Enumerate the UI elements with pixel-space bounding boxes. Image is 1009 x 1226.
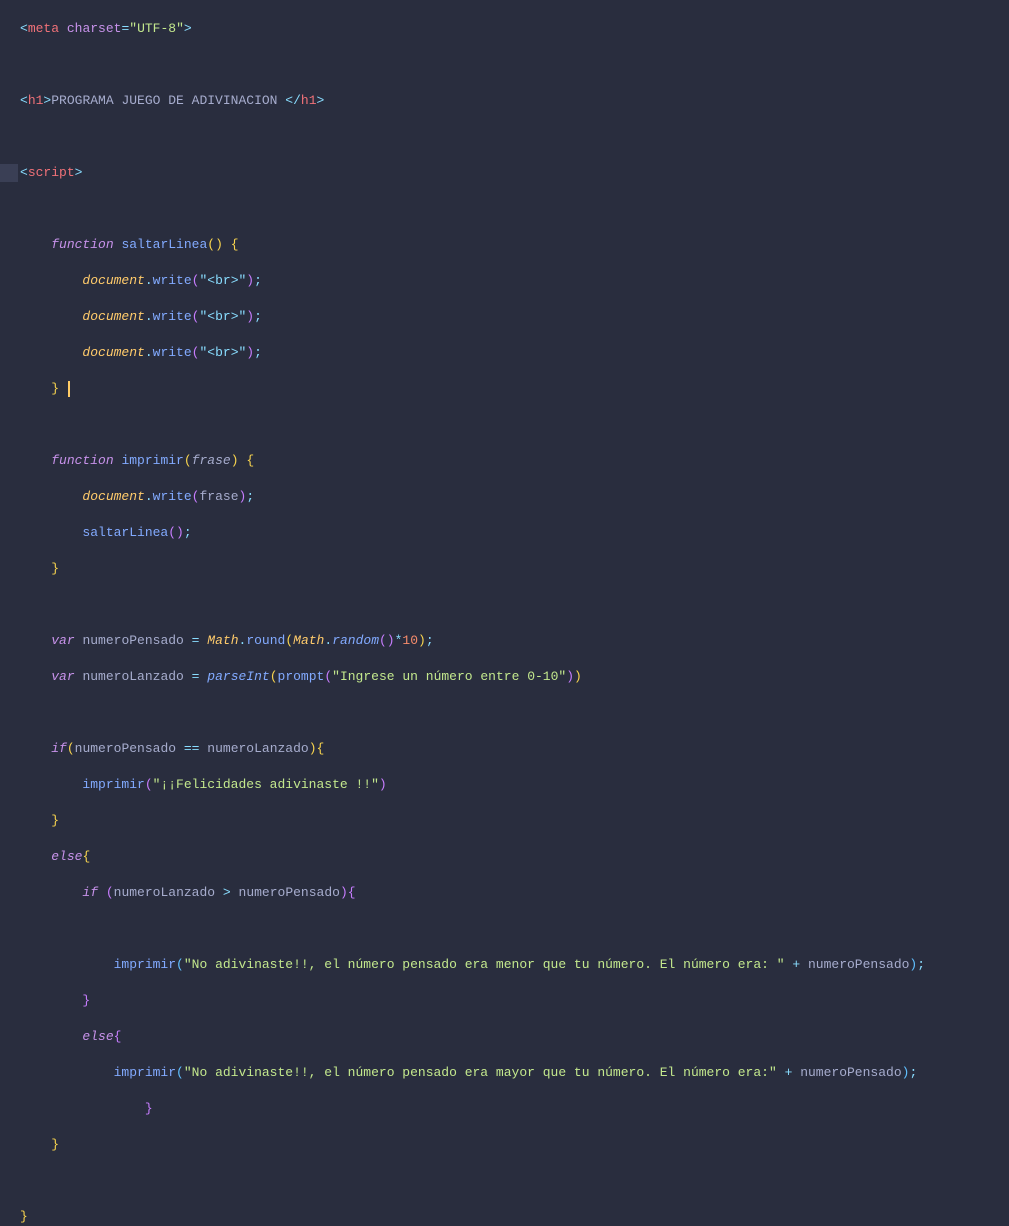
code-editor[interactable]: <meta charset="UTF-8"> <h1>PROGRAMA JUEG…: [0, 0, 1009, 613]
code-line[interactable]: if (numeroLanzado > numeroPensado){: [20, 884, 1009, 902]
code-line[interactable]: else{: [20, 1028, 1009, 1046]
code-line[interactable]: }: [20, 560, 1009, 578]
code-line[interactable]: else{: [20, 848, 1009, 866]
code-line[interactable]: <script>: [20, 164, 1009, 182]
code-line[interactable]: document.write("<br>");: [20, 344, 1009, 362]
code-line[interactable]: document.write(frase);: [20, 488, 1009, 506]
code-line[interactable]: document.write("<br>");: [20, 308, 1009, 326]
code-line[interactable]: var numeroPensado = Math.round(Math.rand…: [20, 632, 1009, 650]
code-line[interactable]: [20, 704, 1009, 722]
code-area[interactable]: <meta charset="UTF-8"> <h1>PROGRAMA JUEG…: [18, 0, 1009, 613]
code-line[interactable]: }: [20, 992, 1009, 1010]
gutter-current-line: [0, 164, 18, 182]
code-line[interactable]: [20, 56, 1009, 74]
code-line[interactable]: saltarLinea();: [20, 524, 1009, 542]
code-line[interactable]: }: [20, 1208, 1009, 1226]
code-line[interactable]: [20, 128, 1009, 146]
code-line[interactable]: function imprimir(frase) {: [20, 452, 1009, 470]
code-line[interactable]: var numeroLanzado = parseInt(prompt("Ing…: [20, 668, 1009, 686]
code-line[interactable]: [20, 416, 1009, 434]
code-line[interactable]: }: [20, 1136, 1009, 1154]
code-line[interactable]: [20, 596, 1009, 614]
code-line[interactable]: document.write("<br>");: [20, 272, 1009, 290]
text-cursor: [68, 381, 70, 397]
code-line[interactable]: }: [20, 812, 1009, 830]
editor-gutter: [0, 0, 18, 613]
code-line[interactable]: imprimir("¡¡Felicidades adivinaste !!"): [20, 776, 1009, 794]
code-line[interactable]: [20, 200, 1009, 218]
code-line[interactable]: if(numeroPensado == numeroLanzado){: [20, 740, 1009, 758]
code-line[interactable]: imprimir("No adivinaste!!, el número pen…: [20, 956, 1009, 974]
code-line[interactable]: <h1>PROGRAMA JUEGO DE ADIVINACION </h1>: [20, 92, 1009, 110]
code-line[interactable]: [20, 1172, 1009, 1190]
code-line[interactable]: }: [20, 1100, 1009, 1118]
code-line[interactable]: function saltarLinea() {: [20, 236, 1009, 254]
code-line[interactable]: <meta charset="UTF-8">: [20, 20, 1009, 38]
code-line[interactable]: }: [20, 380, 1009, 398]
code-line[interactable]: [20, 920, 1009, 938]
code-line[interactable]: imprimir("No adivinaste!!, el número pen…: [20, 1064, 1009, 1082]
